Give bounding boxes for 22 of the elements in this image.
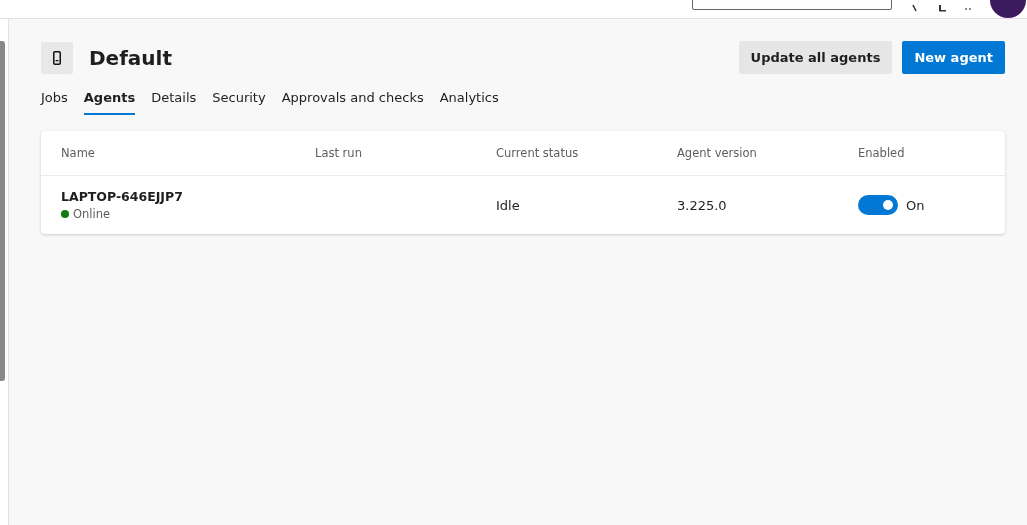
column-header: Current status [496, 146, 580, 160]
scrollbar-thumb[interactable] [0, 41, 5, 381]
column-header: Agent version [677, 146, 758, 160]
column-header: Name [61, 146, 96, 160]
column-header: Enabled [858, 146, 906, 160]
new-agent-button[interactable]: New agent [902, 41, 1005, 74]
phone-icon [53, 50, 61, 65]
toggle-label: On [906, 197, 925, 213]
update-all-agents-button[interactable]: Update all agents [738, 41, 893, 74]
tab[interactable]: Jobs [41, 84, 68, 115]
tab[interactable]: Approvals and checks [281, 84, 424, 115]
enabled-toggle[interactable] [858, 195, 898, 215]
current-status: Idle [496, 197, 521, 213]
column-header: Last run [315, 146, 363, 160]
tab[interactable]: Security [212, 84, 266, 115]
agent-version: 3.225.0 [677, 197, 728, 213]
tab[interactable]: Details [151, 84, 197, 115]
tab[interactable]: Agents [83, 84, 136, 115]
page-title: Default [89, 45, 174, 70]
tab[interactable]: Analytics [439, 84, 499, 115]
connection-status: Online [73, 207, 111, 221]
agent-name[interactable]: LAPTOP-646EJJP7 [61, 189, 315, 204]
